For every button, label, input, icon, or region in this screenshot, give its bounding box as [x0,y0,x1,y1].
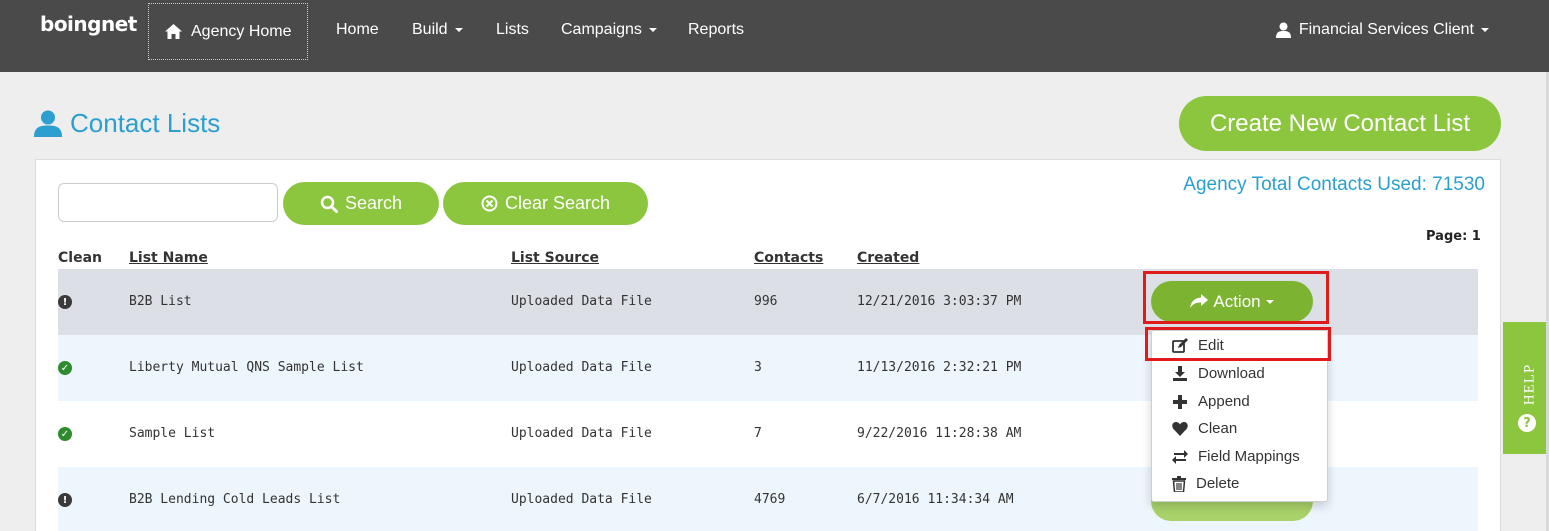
caret-down-icon [648,28,657,32]
page-title: Contact Lists [34,108,220,139]
warning-circle-icon: ! [58,493,72,507]
agency-home-label: Agency Home [191,22,292,40]
cell-contacts: 996 [754,294,778,309]
search-icon [320,195,338,213]
page-indicator: Page: 1 [1426,229,1481,244]
menu-item-download-label: Download [1198,365,1265,382]
cell-contacts: 3 [754,360,762,375]
create-new-list-label: Create New Contact List [1209,109,1471,137]
cell-name[interactable]: B2B Lending Cold Leads List [129,492,340,507]
user-icon [1275,22,1291,38]
menu-item-clean-label: Clean [1198,420,1238,437]
agency-home-link[interactable]: Agency Home [148,3,308,60]
highlight-box-action [1143,271,1329,324]
help-label: HELP [1521,363,1538,406]
cell-contacts: 7 [754,426,762,441]
brand-logo[interactable]: boingnet [40,12,137,36]
clear-circle-icon [481,195,498,212]
cell-name[interactable]: Sample List [129,426,215,441]
user-menu[interactable]: Financial Services Client [1275,21,1489,39]
warning-circle-icon: ! [58,295,72,309]
menu-item-append-label: Append [1198,393,1250,410]
home-icon [165,24,182,39]
header-list-name[interactable]: List Name [129,250,208,266]
question-icon: ? [1518,414,1536,432]
nav-lists[interactable]: Lists [496,21,529,39]
cell-name[interactable]: B2B List [129,294,192,309]
header-clean: Clean [58,250,102,266]
menu-item-field-mappings[interactable]: Field Mappings [1152,443,1327,470]
create-new-list-button[interactable]: Create New Contact List [1179,96,1501,151]
cell-created: 6/7/2016 11:34:34 AM [857,492,1014,507]
user-icon [34,110,62,137]
user-name: Financial Services Client [1298,21,1474,38]
search-input[interactable] [58,183,278,222]
page-title-text: Contact Lists [70,108,221,138]
menu-item-clean[interactable]: Clean [1152,415,1327,442]
highlight-box-edit [1145,327,1331,361]
menu-item-download[interactable]: Download [1152,360,1327,387]
top-navbar: boingnet Agency Home Home Build Lists Ca… [0,0,1549,72]
nav-campaigns-label: Campaigns [561,21,642,38]
nav-build[interactable]: Build [412,21,463,39]
help-tab[interactable]: HELP ? [1503,322,1549,454]
swap-icon [1172,449,1188,464]
header-created[interactable]: Created [857,250,919,266]
logo-text: boingnet [40,12,137,36]
caret-down-icon [454,28,463,32]
clear-search-label: Clear Search [504,193,611,213]
cell-created: 9/22/2016 11:28:38 AM [857,426,1022,441]
cell-source: Uploaded Data File [511,294,652,309]
agency-total-contacts: Agency Total Contacts Used: 71530 [1183,174,1485,195]
nav-reports[interactable]: Reports [688,21,744,39]
nav-campaigns[interactable]: Campaigns [561,21,657,39]
cell-source: Uploaded Data File [511,492,652,507]
plus-icon [1173,394,1187,409]
menu-item-delete-label: Delete [1196,475,1240,492]
menu-item-append[interactable]: Append [1152,388,1327,415]
nav-reports-label: Reports [688,21,745,38]
cell-source: Uploaded Data File [511,426,652,441]
clear-search-button[interactable]: Clear Search [443,182,648,225]
menu-item-field-mappings-label: Field Mappings [1198,448,1300,465]
nav-lists-label: Lists [496,21,529,38]
search-button[interactable]: Search [283,182,439,225]
check-circle-icon: ✓ [58,427,72,441]
header-contacts[interactable]: Contacts [754,250,823,266]
check-circle-icon: ✓ [58,361,72,375]
cell-created: 11/13/2016 2:32:21 PM [857,360,1022,375]
cell-name[interactable]: Liberty Mutual QNS Sample List [129,360,364,375]
cell-source: Uploaded Data File [511,360,652,375]
trash-icon [1172,475,1186,492]
heart-icon [1172,422,1188,436]
nav-home-label: Home [336,21,379,38]
download-icon [1173,365,1187,381]
menu-item-delete[interactable]: Delete [1152,470,1327,497]
nav-build-label: Build [412,21,448,38]
cell-contacts: 4769 [754,492,786,507]
nav-home[interactable]: Home [336,21,379,39]
caret-down-icon [1481,28,1489,32]
header-list-source[interactable]: List Source [511,250,599,266]
search-button-label: Search [344,193,403,213]
cell-created: 12/21/2016 3:03:37 PM [857,294,1022,309]
